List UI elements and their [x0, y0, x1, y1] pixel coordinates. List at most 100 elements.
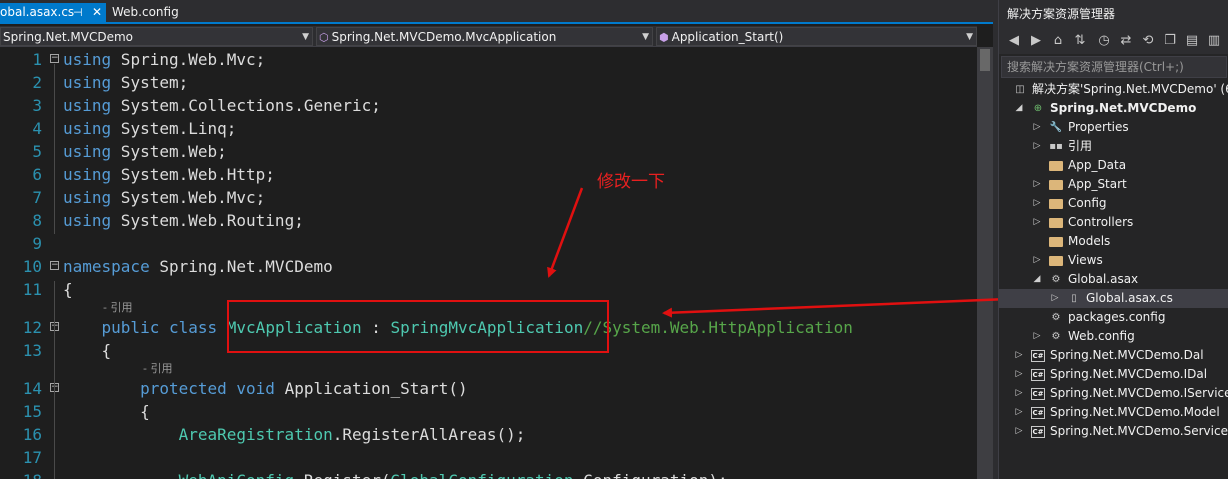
expanded-arrow-icon[interactable]: ◢ — [1013, 99, 1025, 118]
collapsed-arrow-icon[interactable]: ▷ — [1031, 194, 1043, 213]
solution-search-input[interactable]: 搜索解决方案资源管理器(Ctrl+;) — [1001, 56, 1227, 78]
tree-item[interactable]: ▷ Controllers — [999, 213, 1228, 232]
tab-web-config[interactable]: Web.config — [106, 3, 186, 22]
back-icon[interactable]: ◀ — [1005, 32, 1023, 50]
code-line[interactable]: 2 using System; — [0, 71, 977, 94]
tree-item-label: Global.asax — [1068, 272, 1139, 286]
tree-item-label: Controllers — [1068, 215, 1134, 229]
forward-icon[interactable]: ▶ — [1027, 32, 1045, 50]
tab-global-asax-cs[interactable]: obal.asax.cs ⊣ ✕ — [0, 3, 106, 22]
code-line[interactable]: 14− protected void Application_Start() — [0, 377, 977, 400]
code-line[interactable]: 17 — [0, 446, 977, 469]
tree-item[interactable]: ◢ ⚙ Global.asax — [999, 270, 1228, 289]
document-tab-strip: obal.asax.cs ⊣ ✕ Web.config — [0, 0, 993, 24]
code-token: Spring.Web.Mvc; — [111, 50, 266, 69]
code-line[interactable]: 16 AreaRegistration.RegisterAllAreas(); — [0, 423, 977, 446]
collapsed-arrow-icon[interactable]: ▷ — [1031, 118, 1043, 137]
code-line[interactable]: 11 { — [0, 278, 977, 301]
code-line[interactable]: 4 using System.Linq; — [0, 117, 977, 140]
annotation-highlight-box — [227, 300, 609, 353]
code-token: protected — [140, 379, 227, 398]
code-text-area[interactable]: 1− using Spring.Web.Mvc; 2 using System; 3 us… — [0, 48, 977, 479]
collapsed-arrow-icon[interactable]: ▷ — [1049, 289, 1061, 308]
code-line[interactable]: 8 using System.Web.Routing; — [0, 209, 977, 232]
codelens-references-method[interactable]: - 引用 — [143, 362, 172, 376]
collapsed-arrow-icon[interactable]: ▷ — [1013, 365, 1025, 384]
line-number: 11 — [22, 280, 42, 299]
expanded-arrow-icon[interactable]: ◢ — [1031, 270, 1043, 289]
tree-item[interactable]: ▷ C# Spring.Net.MVCDemo.Service — [999, 422, 1228, 441]
collapsed-arrow-icon[interactable]: ▷ — [1031, 137, 1043, 156]
preview-icon[interactable]: ▥ — [1205, 32, 1223, 50]
tree-item[interactable]: App_Data — [999, 156, 1228, 175]
member-dropdown[interactable]: ⬢ Application_Start() ▼ — [656, 27, 977, 46]
folder-icon — [1049, 161, 1063, 171]
code-text: { — [63, 400, 150, 423]
tree-item[interactable]: ▷ Config — [999, 194, 1228, 213]
code-token: System.Web; — [111, 142, 227, 161]
collapsed-arrow-icon[interactable]: ▷ — [1031, 327, 1043, 346]
collapsed-arrow-icon[interactable]: ▷ — [1031, 175, 1043, 194]
wrench-icon: 🔧 — [1049, 122, 1063, 133]
tree-item[interactable]: ▷ C# Spring.Net.MVCDemo.IDal — [999, 365, 1228, 384]
code-token: void — [236, 379, 275, 398]
collapsed-arrow-icon[interactable]: ▷ — [1013, 346, 1025, 365]
collapsed-arrow-icon[interactable]: ▷ — [1013, 422, 1025, 441]
sync-icon[interactable]: ⇅ — [1071, 32, 1089, 50]
refresh-icon[interactable]: ⇄ — [1117, 32, 1135, 50]
tree-item-label: Views — [1068, 253, 1103, 267]
project-dropdown[interactable]: Spring.Net.MVCDemo ▼ — [0, 27, 313, 46]
cs-project-icon: C# — [1031, 426, 1045, 438]
history-icon[interactable]: ◷ — [1095, 32, 1113, 50]
collapsed-arrow-icon[interactable]: ▷ — [1031, 251, 1043, 270]
line-number: 7 — [32, 188, 42, 207]
code-line[interactable]: 6 using System.Web.Http; — [0, 163, 977, 186]
code-line[interactable]: 18 WebApiConfig.Register(GlobalConfigura… — [0, 469, 977, 479]
code-line[interactable]: 15 { — [0, 400, 977, 423]
collapse-icon[interactable]: ⟲ — [1139, 32, 1157, 50]
copy-icon[interactable]: ❐ — [1161, 32, 1179, 50]
properties-icon[interactable]: ▤ — [1183, 32, 1201, 50]
tree-item[interactable]: ▷ C# Spring.Net.MVCDemo.Dal — [999, 346, 1228, 365]
home-icon[interactable]: ⌂ — [1049, 32, 1067, 50]
tree-item[interactable]: ⚙ packages.config — [999, 308, 1228, 327]
cs-project-icon: C# — [1031, 407, 1045, 419]
line-number: 17 — [22, 448, 42, 467]
tree-item[interactable]: Models — [999, 232, 1228, 251]
code-line[interactable]: 1− using Spring.Web.Mvc; — [0, 48, 977, 71]
project-dropdown-value: Spring.Net.MVCDemo — [3, 30, 134, 44]
close-icon[interactable]: ✕ — [92, 3, 102, 22]
tree-item-label: Web.config — [1068, 329, 1135, 343]
collapsed-arrow-icon[interactable]: ▷ — [1031, 213, 1043, 232]
collapse-region-icon[interactable]: − — [50, 261, 59, 270]
fold-guide — [54, 400, 55, 479]
collapsed-arrow-icon[interactable]: ▷ — [1013, 403, 1025, 422]
tree-item[interactable]: ▷ 🔧 Properties — [999, 118, 1228, 137]
tree-item[interactable]: ▷ C# Spring.Net.MVCDemo.Model — [999, 403, 1228, 422]
codelens-references-class[interactable]: - 引用 — [103, 301, 132, 315]
code-token: Spring.Net.MVCDemo — [149, 257, 333, 276]
collapsed-arrow-icon[interactable]: ▷ — [1013, 384, 1025, 403]
code-editor-pane: obal.asax.cs ⊣ ✕ Web.config Spring.Net.M… — [0, 0, 993, 479]
tree-item[interactable]: ▷ C# Spring.Net.MVCDemo.IService — [999, 384, 1228, 403]
editor-vertical-scrollbar[interactable] — [977, 47, 993, 479]
tree-item[interactable]: ▷ ▪▪ 引用 — [999, 137, 1228, 156]
code-line[interactable]: 5 using System.Web; — [0, 140, 977, 163]
scrollbar-thumb[interactable] — [980, 49, 990, 71]
code-line[interactable]: 3 using System.Collections.Generic; — [0, 94, 977, 117]
code-line[interactable]: 10− namespace Spring.Net.MVCDemo — [0, 255, 977, 278]
class-dropdown[interactable]: ⬡ Spring.Net.MVCDemo.MvcApplication ▼ — [316, 27, 653, 46]
code-token: using — [63, 73, 112, 92]
code-token: using — [63, 142, 112, 161]
tree-item[interactable]: ▷ Views — [999, 251, 1228, 270]
tree-item[interactable]: ▷ ▯ Global.asax.cs — [999, 289, 1228, 308]
tree-item[interactable]: ◢ ⊕ Spring.Net.MVCDemo — [999, 99, 1228, 118]
code-line[interactable]: 7 using System.Web.Mvc; — [0, 186, 977, 209]
tree-item[interactable]: ◫ 解决方案'Spring.Net.MVCDemo' (6 — [999, 80, 1228, 99]
pin-icon[interactable]: ⊣ — [73, 3, 83, 22]
tree-item[interactable]: ▷ ⚙ Web.config — [999, 327, 1228, 346]
tree-item[interactable]: ▷ App_Start — [999, 175, 1228, 194]
code-token: using — [63, 165, 112, 184]
code-line[interactable]: 9 — [0, 232, 977, 255]
collapse-region-icon[interactable]: − — [50, 54, 59, 63]
